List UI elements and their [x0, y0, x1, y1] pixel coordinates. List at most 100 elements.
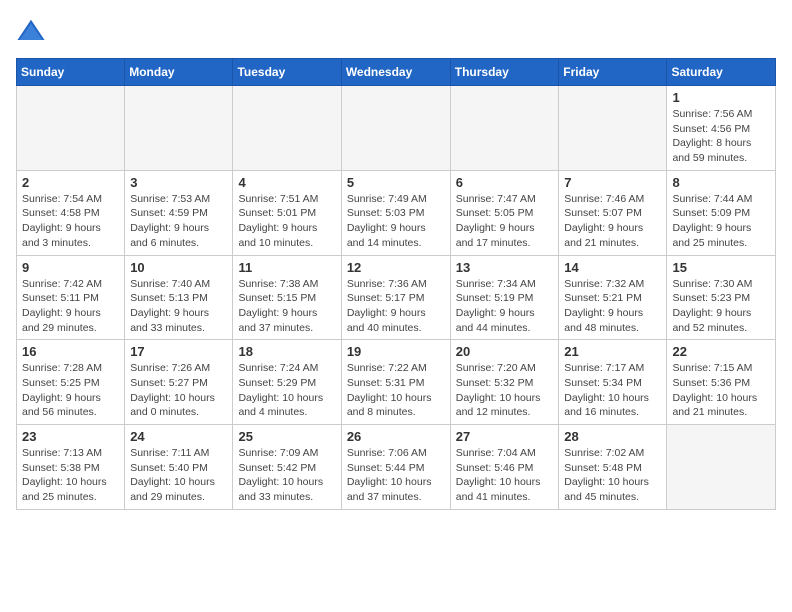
day-number: 6 — [456, 175, 554, 190]
day-number: 19 — [347, 344, 445, 359]
day-number: 9 — [22, 260, 119, 275]
day-info: Sunrise: 7:36 AM Sunset: 5:17 PM Dayligh… — [347, 277, 445, 336]
calendar-cell: 16 Sunrise: 7:28 AM Sunset: 5:25 PM Dayli… — [17, 340, 125, 425]
calendar-cell — [559, 86, 667, 171]
weekday-header: Wednesday — [341, 59, 450, 86]
day-number: 16 — [22, 344, 119, 359]
calendar-cell — [125, 86, 233, 171]
day-number: 13 — [456, 260, 554, 275]
calendar-week-row: 16 Sunrise: 7:28 AM Sunset: 5:25 PM Dayli… — [17, 340, 776, 425]
day-info: Sunrise: 7:22 AM Sunset: 5:31 PM Dayligh… — [347, 361, 445, 420]
day-info: Sunrise: 7:56 AM Sunset: 4:56 PM Dayligh… — [672, 107, 770, 166]
day-info: Sunrise: 7:34 AM Sunset: 5:19 PM Dayligh… — [456, 277, 554, 336]
calendar-cell: 24 Sunrise: 7:11 AM Sunset: 5:40 PM Dayli… — [125, 425, 233, 510]
logo — [16, 16, 50, 46]
day-info: Sunrise: 7:20 AM Sunset: 5:32 PM Dayligh… — [456, 361, 554, 420]
calendar-cell: 23Sunrise: 7:13 AM Sunset: 5:38 PM Dayli… — [17, 425, 125, 510]
calendar-cell: 12 Sunrise: 7:36 AM Sunset: 5:17 PM Dayli… — [341, 255, 450, 340]
day-number: 22 — [672, 344, 770, 359]
calendar-week-row: 1 Sunrise: 7:56 AM Sunset: 4:56 PM Daylig… — [17, 86, 776, 171]
calendar-cell: 14 Sunrise: 7:32 AM Sunset: 5:21 PM Dayli… — [559, 255, 667, 340]
calendar-cell: 19 Sunrise: 7:22 AM Sunset: 5:31 PM Dayli… — [341, 340, 450, 425]
day-number: 12 — [347, 260, 445, 275]
calendar-cell: 21Sunrise: 7:17 AM Sunset: 5:34 PM Dayli… — [559, 340, 667, 425]
day-number: 23 — [22, 429, 119, 444]
day-number: 4 — [238, 175, 335, 190]
calendar-cell: 13 Sunrise: 7:34 AM Sunset: 5:19 PM Dayli… — [450, 255, 559, 340]
weekday-header: Saturday — [667, 59, 776, 86]
calendar: SundayMondayTuesdayWednesdayThursdayFrid… — [16, 58, 776, 510]
day-info: Sunrise: 7:09 AM Sunset: 5:42 PM Dayligh… — [238, 446, 335, 505]
calendar-cell: 5 Sunrise: 7:49 AM Sunset: 5:03 PM Daylig… — [341, 170, 450, 255]
calendar-cell: 26Sunrise: 7:06 AM Sunset: 5:44 PM Dayli… — [341, 425, 450, 510]
calendar-week-row: 9 Sunrise: 7:42 AM Sunset: 5:11 PM Daylig… — [17, 255, 776, 340]
weekday-header: Thursday — [450, 59, 559, 86]
calendar-cell: 17 Sunrise: 7:26 AM Sunset: 5:27 PM Dayli… — [125, 340, 233, 425]
day-info: Sunrise: 7:38 AM Sunset: 5:15 PM Dayligh… — [238, 277, 335, 336]
page-header — [16, 16, 776, 46]
day-info: Sunrise: 7:40 AM Sunset: 5:13 PM Dayligh… — [130, 277, 227, 336]
day-number: 24 — [130, 429, 227, 444]
day-number: 15 — [672, 260, 770, 275]
day-number: 8 — [672, 175, 770, 190]
calendar-cell: 22 Sunrise: 7:15 AM Sunset: 5:36 PM Dayli… — [667, 340, 776, 425]
day-info: Sunrise: 7:44 AM Sunset: 5:09 PM Dayligh… — [672, 192, 770, 251]
day-info: Sunrise: 7:02 AM Sunset: 5:48 PM Dayligh… — [564, 446, 661, 505]
weekday-header: Tuesday — [233, 59, 341, 86]
calendar-cell: 15 Sunrise: 7:30 AM Sunset: 5:23 PM Dayli… — [667, 255, 776, 340]
day-number: 26 — [347, 429, 445, 444]
calendar-cell: 18 Sunrise: 7:24 AM Sunset: 5:29 PM Dayli… — [233, 340, 341, 425]
calendar-cell: 4 Sunrise: 7:51 AM Sunset: 5:01 PM Daylig… — [233, 170, 341, 255]
day-info: Sunrise: 7:17 AM Sunset: 5:34 PM Dayligh… — [564, 361, 661, 420]
day-number: 18 — [238, 344, 335, 359]
day-number: 27 — [456, 429, 554, 444]
calendar-cell: 2 Sunrise: 7:54 AM Sunset: 4:58 PM Daylig… — [17, 170, 125, 255]
calendar-cell: 11 Sunrise: 7:38 AM Sunset: 5:15 PM Dayli… — [233, 255, 341, 340]
day-number: 10 — [130, 260, 227, 275]
calendar-cell: 25 Sunrise: 7:09 AM Sunset: 5:42 PM Dayli… — [233, 425, 341, 510]
day-info: Sunrise: 7:11 AM Sunset: 5:40 PM Dayligh… — [130, 446, 227, 505]
day-info: Sunrise: 7:30 AM Sunset: 5:23 PM Dayligh… — [672, 277, 770, 336]
calendar-cell: 3 Sunrise: 7:53 AM Sunset: 4:59 PM Daylig… — [125, 170, 233, 255]
day-info: Sunrise: 7:47 AM Sunset: 5:05 PM Dayligh… — [456, 192, 554, 251]
calendar-cell: 1 Sunrise: 7:56 AM Sunset: 4:56 PM Daylig… — [667, 86, 776, 171]
day-info: Sunrise: 7:04 AM Sunset: 5:46 PM Dayligh… — [456, 446, 554, 505]
day-info: Sunrise: 7:42 AM Sunset: 5:11 PM Dayligh… — [22, 277, 119, 336]
day-number: 7 — [564, 175, 661, 190]
day-info: Sunrise: 7:28 AM Sunset: 5:25 PM Dayligh… — [22, 361, 119, 420]
day-info: Sunrise: 7:54 AM Sunset: 4:58 PM Dayligh… — [22, 192, 119, 251]
calendar-cell: 10 Sunrise: 7:40 AM Sunset: 5:13 PM Dayli… — [125, 255, 233, 340]
calendar-cell: 8 Sunrise: 7:44 AM Sunset: 5:09 PM Daylig… — [667, 170, 776, 255]
calendar-cell — [341, 86, 450, 171]
day-number: 5 — [347, 175, 445, 190]
calendar-week-row: 2 Sunrise: 7:54 AM Sunset: 4:58 PM Daylig… — [17, 170, 776, 255]
logo-icon — [16, 16, 46, 46]
day-info: Sunrise: 7:53 AM Sunset: 4:59 PM Dayligh… — [130, 192, 227, 251]
calendar-cell — [450, 86, 559, 171]
calendar-cell — [17, 86, 125, 171]
day-number: 3 — [130, 175, 227, 190]
day-info: Sunrise: 7:49 AM Sunset: 5:03 PM Dayligh… — [347, 192, 445, 251]
calendar-cell: 7 Sunrise: 7:46 AM Sunset: 5:07 PM Daylig… — [559, 170, 667, 255]
weekday-header: Monday — [125, 59, 233, 86]
day-number: 25 — [238, 429, 335, 444]
day-info: Sunrise: 7:26 AM Sunset: 5:27 PM Dayligh… — [130, 361, 227, 420]
weekday-header: Sunday — [17, 59, 125, 86]
day-info: Sunrise: 7:51 AM Sunset: 5:01 PM Dayligh… — [238, 192, 335, 251]
day-number: 17 — [130, 344, 227, 359]
calendar-week-row: 23Sunrise: 7:13 AM Sunset: 5:38 PM Dayli… — [17, 425, 776, 510]
day-number: 2 — [22, 175, 119, 190]
day-number: 1 — [672, 90, 770, 105]
weekday-header: Friday — [559, 59, 667, 86]
day-number: 14 — [564, 260, 661, 275]
day-number: 11 — [238, 260, 335, 275]
calendar-cell: 27 Sunrise: 7:04 AM Sunset: 5:46 PM Dayli… — [450, 425, 559, 510]
calendar-cell: 6 Sunrise: 7:47 AM Sunset: 5:05 PM Daylig… — [450, 170, 559, 255]
calendar-cell — [667, 425, 776, 510]
calendar-cell: 9 Sunrise: 7:42 AM Sunset: 5:11 PM Daylig… — [17, 255, 125, 340]
day-info: Sunrise: 7:24 AM Sunset: 5:29 PM Dayligh… — [238, 361, 335, 420]
day-info: Sunrise: 7:46 AM Sunset: 5:07 PM Dayligh… — [564, 192, 661, 251]
day-info: Sunrise: 7:15 AM Sunset: 5:36 PM Dayligh… — [672, 361, 770, 420]
calendar-cell: 20Sunrise: 7:20 AM Sunset: 5:32 PM Dayli… — [450, 340, 559, 425]
day-info: Sunrise: 7:32 AM Sunset: 5:21 PM Dayligh… — [564, 277, 661, 336]
